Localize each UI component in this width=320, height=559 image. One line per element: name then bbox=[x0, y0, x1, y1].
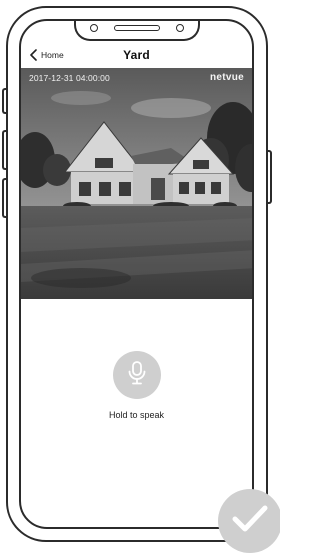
camera-feed[interactable]: 2017-12-31 04:00:00 netvue bbox=[21, 68, 252, 299]
nav-bar: Home Yard bbox=[21, 41, 252, 69]
brand-logo: netvue bbox=[209, 72, 244, 83]
hold-to-speak-button[interactable] bbox=[112, 351, 161, 399]
volume-up-button bbox=[2, 130, 6, 170]
earpiece-speaker bbox=[113, 25, 160, 31]
checkmark-badge bbox=[218, 489, 280, 553]
back-button-label: Home bbox=[41, 50, 64, 60]
volume-down-button bbox=[2, 178, 6, 218]
page-title: Yard bbox=[123, 48, 150, 62]
mute-switch bbox=[2, 88, 6, 114]
video-timestamp: 2017-12-31 04:00:00 bbox=[29, 73, 110, 83]
notch bbox=[73, 21, 200, 41]
chevron-left-icon bbox=[29, 49, 38, 61]
camera-frame-image bbox=[21, 68, 252, 299]
checkmark-icon bbox=[230, 503, 270, 540]
sensor-icon bbox=[175, 24, 184, 32]
power-button bbox=[268, 150, 272, 204]
stage: Home Yard 2017-12-31 04:00:00 netvue Hol… bbox=[0, 0, 280, 559]
microphone-icon bbox=[126, 360, 148, 391]
phone-screen: Home Yard 2017-12-31 04:00:00 netvue Hol… bbox=[19, 19, 254, 529]
hold-to-speak-label: Hold to speak bbox=[108, 410, 165, 420]
back-button[interactable]: Home bbox=[29, 45, 64, 65]
front-camera-icon bbox=[89, 24, 98, 32]
